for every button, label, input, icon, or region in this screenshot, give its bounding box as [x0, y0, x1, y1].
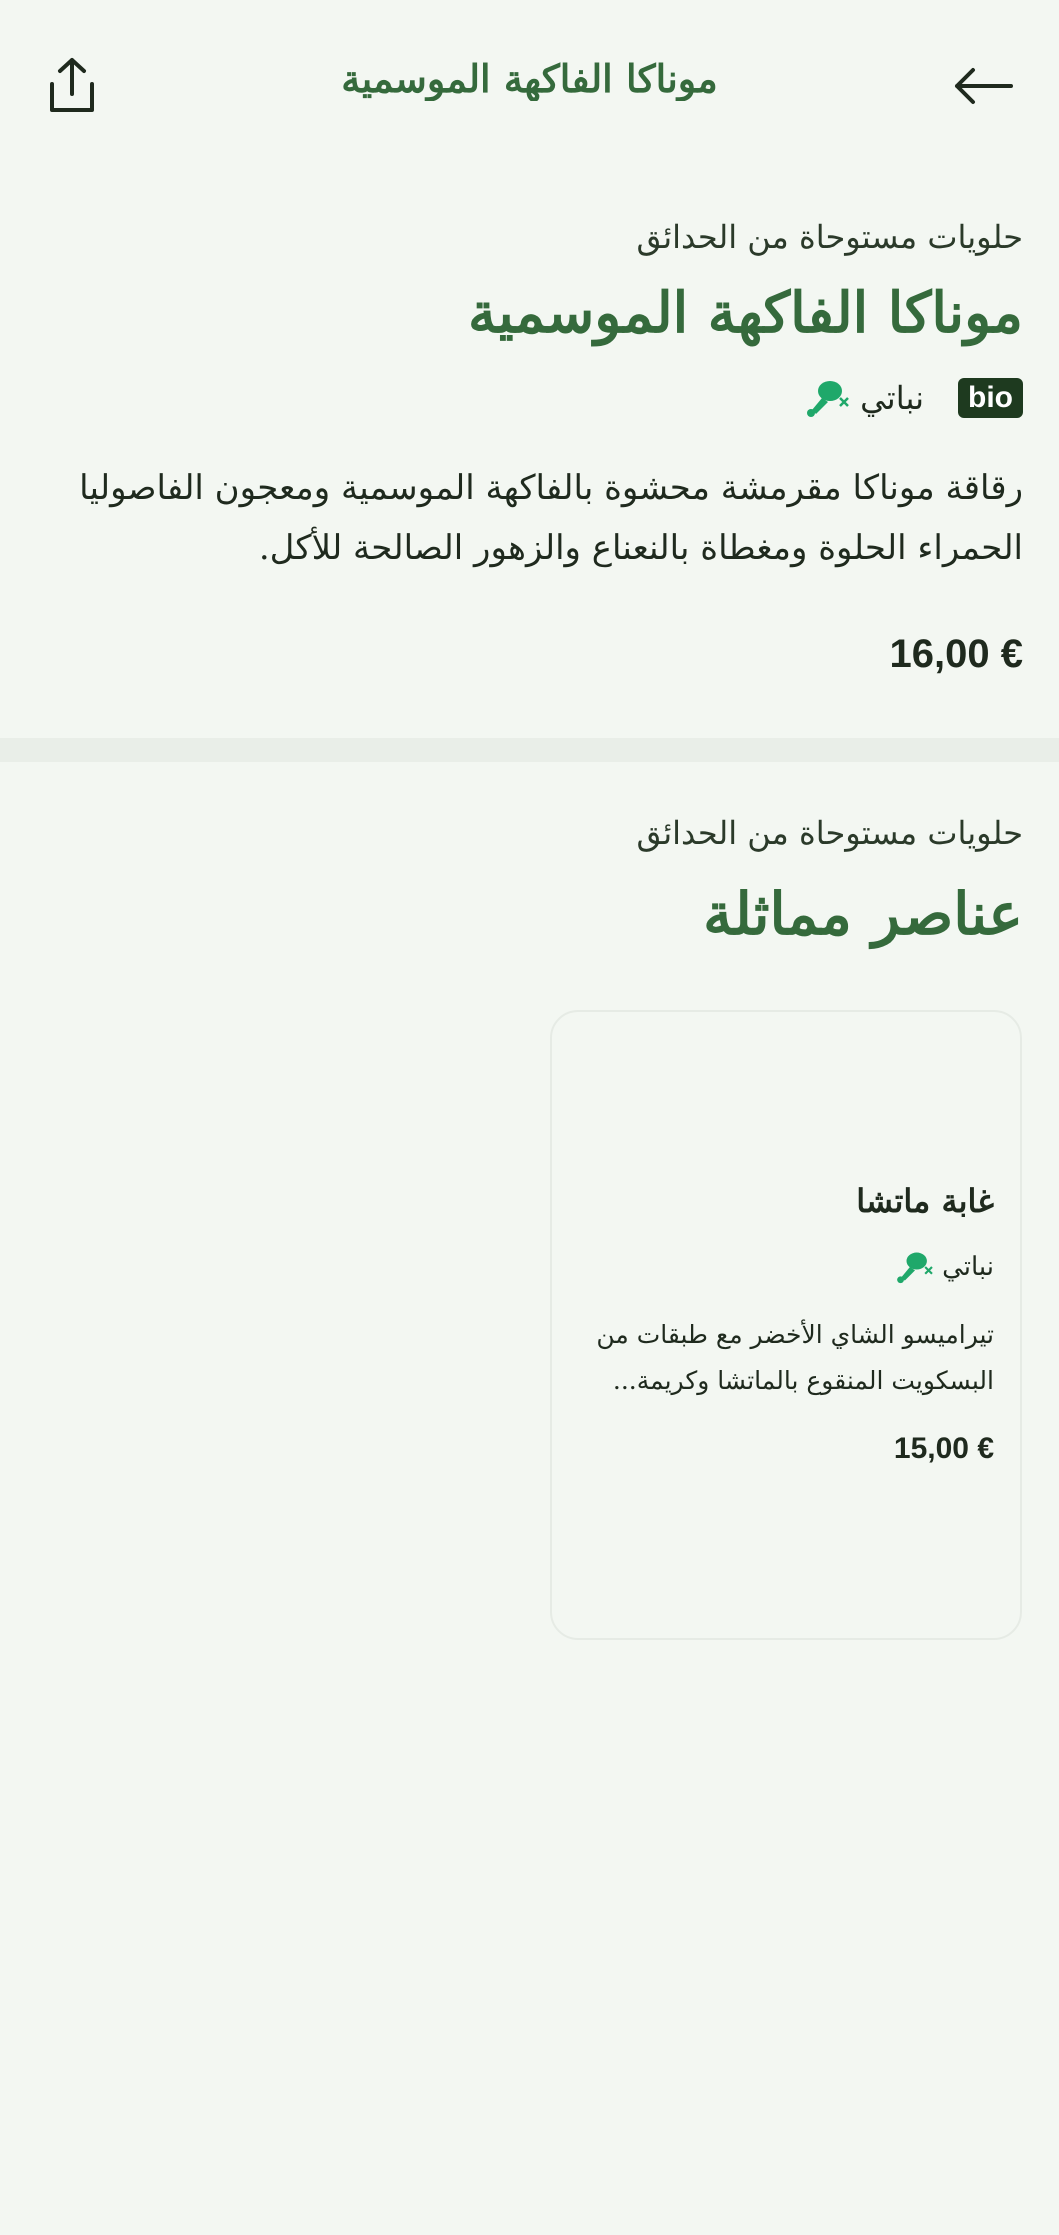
product-category: حلويات مستوحاة من الحدائق — [636, 218, 1023, 256]
product-detail-page: موناكا الفاكهة الموسمية حلويات مستوحاة م… — [0, 0, 1059, 2235]
vegan-label: نباتي — [860, 379, 924, 417]
vegan-drumstick-icon — [897, 1252, 933, 1284]
arrow-left-icon — [955, 68, 1013, 104]
item-vegan-tag: نباتي — [896, 1250, 994, 1284]
similar-category: حلويات مستوحاة من الحدائق — [636, 814, 1023, 852]
header-title: موناكا الفاكهة الموسمية — [341, 56, 718, 101]
similar-items-section: حلويات مستوحاة من الحدائق عناصر مماثلة غ… — [0, 762, 1059, 1762]
product-tags: bio نباتي — [806, 378, 1023, 418]
product-description: رقاقة موناكا مقرمشة محشوة بالفاكهة الموس… — [79, 468, 1023, 568]
share-button[interactable] — [36, 50, 108, 122]
back-button[interactable] — [943, 50, 1023, 122]
product-title: موناكا الفاكهة الموسمية — [468, 280, 1023, 346]
similar-title: عناصر مماثلة — [703, 880, 1023, 948]
item-name: غابة ماتشا — [856, 1182, 994, 1220]
product-price: 16,00 € — [889, 632, 1023, 676]
bio-badge: bio — [958, 378, 1023, 418]
similar-item-card[interactable]: غابة ماتشا نباتي تيراميسو الشاي الأخضر م… — [550, 1010, 1022, 1640]
share-icon — [50, 58, 94, 112]
item-vegan-label: نباتي — [942, 1252, 994, 1282]
item-description: تيراميسو الشاي الأخضر مع طبقات من البسكو… — [596, 1320, 994, 1395]
section-divider — [0, 738, 1059, 762]
vegan-drumstick-icon — [807, 381, 849, 417]
top-bar: موناكا الفاكهة الموسمية — [0, 0, 1059, 170]
item-price: 15,00 € — [893, 1432, 994, 1465]
vegan-tag: نباتي — [806, 378, 924, 418]
product-section: حلويات مستوحاة من الحدائق موناكا الفاكهة… — [0, 200, 1059, 740]
